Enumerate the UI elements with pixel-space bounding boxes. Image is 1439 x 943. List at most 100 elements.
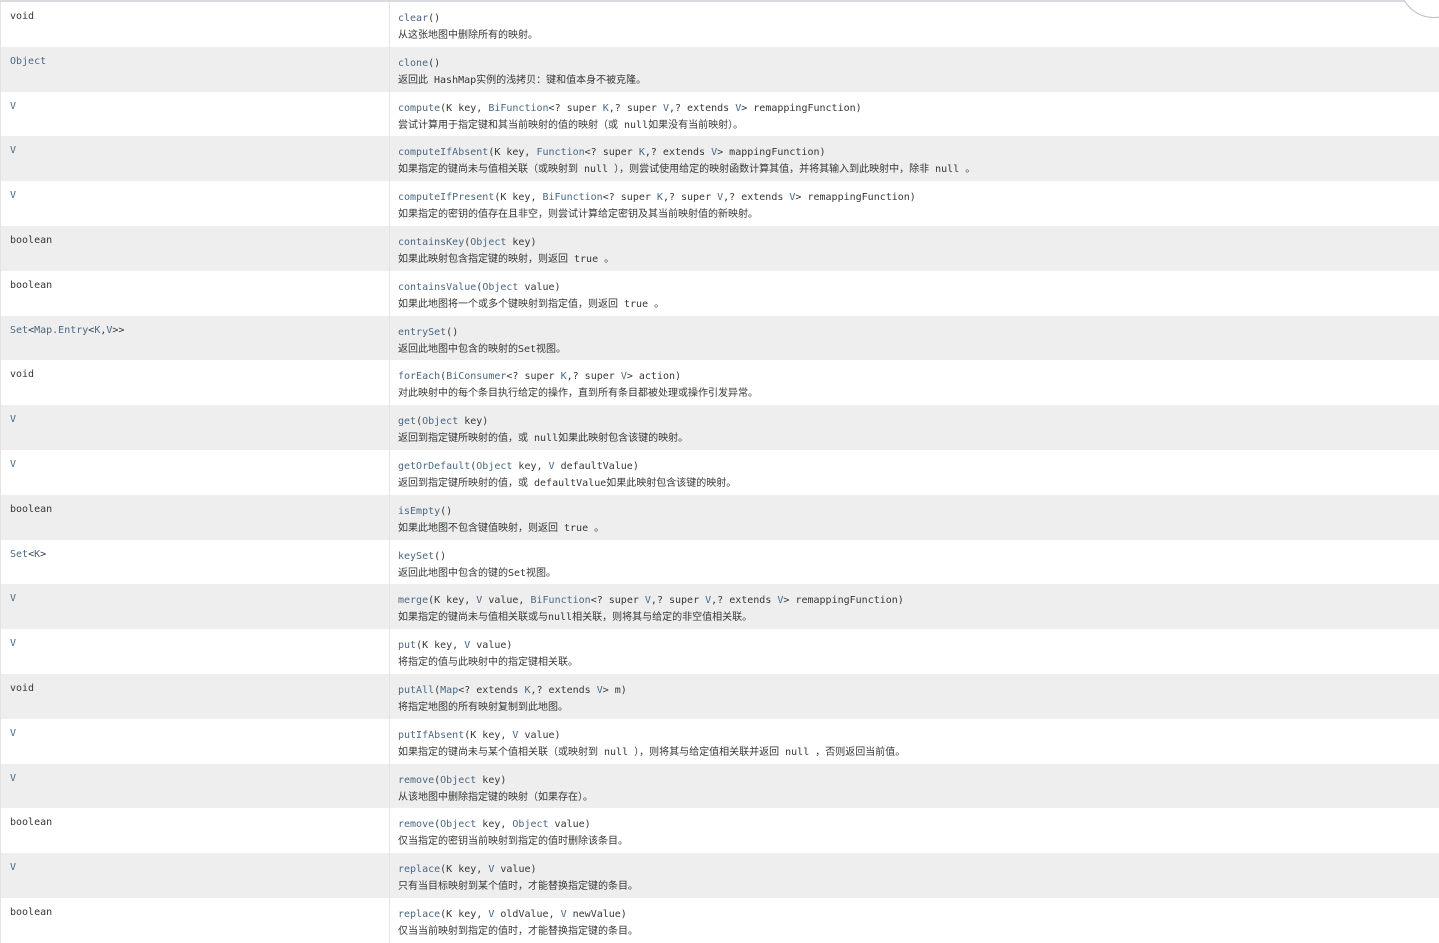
signature-text: > remappingFunction) [741,103,861,114]
method-name-link[interactable]: isEmpty [398,506,440,517]
method-name-link[interactable]: putIfAbsent [398,730,464,741]
type-link[interactable]: Object [482,282,518,293]
method-name-link[interactable]: containsKey [398,237,464,248]
type-link[interactable]: Function [536,147,584,158]
method-row: VcomputeIfAbsent(K key, Function<? super… [1,136,1439,181]
return-type-cell: V [1,584,390,629]
method-name-link[interactable]: replace [398,909,440,920]
type-link[interactable]: BiFunction [488,103,548,114]
method-name-link[interactable]: entrySet [398,327,446,338]
type-link[interactable]: V [10,638,16,649]
method-name-link[interactable]: remove [398,775,434,786]
method-name-link[interactable]: replace [398,864,440,875]
method-description: 如果此映射包含指定键的映射，则返回 true 。 [398,252,1439,267]
type-link[interactable]: BiFunction [543,192,603,203]
method-name-link[interactable]: keySet [398,551,434,562]
method-name-link[interactable]: containsValue [398,282,476,293]
method-signature: isEmpty() [398,504,1439,519]
method-row: booleanremove(Object key, Object value)仅… [1,808,1439,853]
method-description: 将指定的值与此映射中的指定键相关联。 [398,655,1439,670]
return-type-cell: boolean [1,808,390,853]
method-name-link[interactable]: putAll [398,685,434,696]
method-name-link[interactable]: clone [398,58,428,69]
method-row: voidclear()从这张地图中删除所有的映射。 [1,2,1439,47]
method-signature: remove(Object key) [398,773,1439,788]
return-type-cell: V [1,764,390,809]
type-link[interactable]: BiConsumer [446,371,506,382]
signature-text: <? super [603,192,657,203]
method-name-link[interactable]: merge [398,595,428,606]
type-link[interactable]: V [10,101,16,112]
method-description-cell: forEach(BiConsumer<? super K,? super V> … [390,360,1439,405]
type-text: void [10,11,34,22]
type-link[interactable]: V [10,414,16,425]
method-signature: clone() [398,56,1439,71]
signature-text: (K key, [428,595,476,606]
method-row: voidforEach(BiConsumer<? super K,? super… [1,360,1439,405]
method-name-link[interactable]: put [398,640,416,651]
signature-text: ,? super [663,192,717,203]
type-link[interactable]: Object [440,775,476,786]
method-description: 尝试计算用于指定键和其当前映射的值的映射（或 null如果没有当前映射）。 [398,118,1439,133]
type-link[interactable]: Object [10,56,46,67]
method-description-cell: isEmpty()如果此地图不包含键值映射，则返回 true 。 [390,495,1439,540]
method-row: Vreplace(K key, V value)只有当目标映射到某个值时，才能替… [1,853,1439,898]
signature-text: value) [470,640,512,651]
type-link[interactable]: V [10,728,16,739]
method-row: Vget(Object key)返回到指定键所映射的值，或 null如果此映射包… [1,405,1439,450]
type-link[interactable]: Object [512,819,548,830]
method-description-cell: computeIfPresent(K key, BiFunction<? sup… [390,181,1439,226]
type-link[interactable]: Set [10,549,28,560]
method-row: boolean containsValue(Object value)如果此地图将… [1,271,1439,316]
signature-text: key) [458,416,488,427]
method-signature: get(Object key) [398,414,1439,429]
type-link[interactable]: Object [470,237,506,248]
method-row: booleancontainsKey(Object key)如果此映射包含指定键… [1,226,1439,271]
type-link[interactable]: V [10,593,16,604]
type-link[interactable]: V [10,459,16,470]
method-summary-body: voidclear()从这张地图中删除所有的映射。Objectclone()返回… [1,2,1439,943]
type-link[interactable]: Map.Entry [34,325,88,336]
method-description-cell: containsValue(Object value)如果此地图将一个或多个键映… [390,271,1439,316]
method-name-link[interactable]: remove [398,819,434,830]
method-row: VputIfAbsent(K key, V value)如果指定的键尚未与某个值… [1,719,1439,764]
method-name-link[interactable]: compute [398,103,440,114]
signature-text: <? super [506,371,560,382]
method-description-cell: keySet()返回此地图中包含的键的Set视图。 [390,540,1439,585]
signature-text: (K key, [416,640,464,651]
type-link[interactable]: BiFunction [530,595,590,606]
type-link[interactable]: V [10,862,16,873]
method-name-link[interactable]: computeIfAbsent [398,147,488,158]
type-link[interactable]: Object [476,461,512,472]
type-link[interactable]: Set [10,325,28,336]
method-description-cell: replace(K key, V oldValue, V newValue)仅当… [390,898,1439,943]
return-type-cell: Set<Map.Entry<K,V>> [1,316,390,361]
method-name-link[interactable]: forEach [398,371,440,382]
method-description-cell: compute(K key, BiFunction<? super K,? su… [390,92,1439,137]
method-description-cell: merge(K key, V value, BiFunction<? super… [390,584,1439,629]
type-link[interactable]: Object [422,416,458,427]
type-link[interactable]: Map [440,685,458,696]
type-link[interactable]: Object [440,819,476,830]
method-signature: entrySet() [398,325,1439,340]
method-name-link[interactable]: computeIfPresent [398,192,494,203]
signature-text: value) [518,282,560,293]
method-name-link[interactable]: clear [398,13,428,24]
method-row: boolean replace(K key, V oldValue, V newV… [1,898,1439,943]
method-name-link[interactable]: getOrDefault [398,461,470,472]
signature-text: ,? super [609,103,663,114]
method-name-link[interactable]: get [398,416,416,427]
method-row: VgetOrDefault(Object key, V defaultValue… [1,450,1439,495]
type-link[interactable]: V [10,190,16,201]
type-text: boolean [10,280,52,291]
type-link[interactable]: V [10,145,16,156]
signature-text: key, [476,819,512,830]
method-row: Objectclone()返回此 HashMap实例的浅拷贝：键和值本身不被克隆… [1,47,1439,92]
signature-text: > remappingFunction) [783,595,903,606]
method-description-cell: put(K key, V value)将指定的值与此映射中的指定键相关联。 [390,629,1439,674]
type-text: boolean [10,907,52,918]
method-signature: compute(K key, BiFunction<? super K,? su… [398,101,1439,116]
type-text: boolean [10,504,52,515]
signature-text: <? super [585,147,639,158]
type-link[interactable]: V [10,773,16,784]
